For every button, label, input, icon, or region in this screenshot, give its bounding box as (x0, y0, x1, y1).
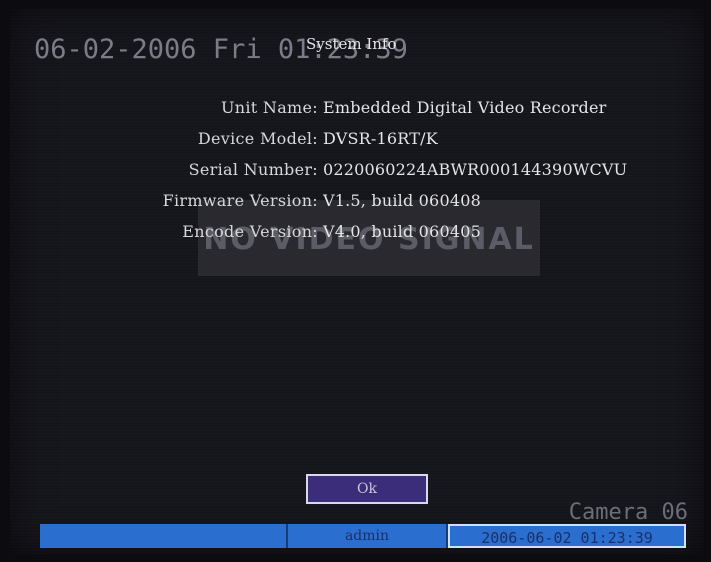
camera-label: Camera 06 (568, 500, 688, 525)
info-value: DVSR-16RT/K (323, 129, 438, 148)
info-value: 0220060224ABWR000144390WCVU (323, 160, 628, 179)
info-value: V4.0, build 060405 (323, 222, 481, 241)
status-bar: admin 2006-06-02 01:23:39 (40, 524, 686, 548)
ok-button[interactable]: Ok (306, 474, 428, 504)
info-label: Firmware Version: (162, 191, 318, 210)
info-value: Embedded Digital Video Recorder (323, 98, 607, 117)
info-value: V1.5, build 060408 (323, 191, 481, 210)
dvr-screen: NO VIDEO SIGNAL 06-02-2006 Fri 01:23:39 … (10, 8, 704, 554)
video-noise (10, 8, 704, 554)
info-row-encode-version: Encode Version: V4.0, build 060405 (10, 222, 704, 253)
dialog-title: System Info (306, 35, 397, 53)
status-datetime: 2006-06-02 01:23:39 (448, 524, 686, 548)
info-label: Encode Version: (182, 222, 318, 241)
system-info-table: Unit Name: Embedded Digital Video Record… (10, 98, 704, 253)
info-label: Device Model: (197, 129, 318, 148)
status-user: admin (288, 524, 448, 548)
info-label: Serial Number: (188, 160, 318, 179)
info-row-firmware-version: Firmware Version: V1.5, build 060408 (10, 191, 704, 222)
info-row-device-model: Device Model: DVSR-16RT/K (10, 129, 704, 160)
info-row-unit-name: Unit Name: Embedded Digital Video Record… (10, 98, 704, 129)
info-row-serial-number: Serial Number: 0220060224ABWR000144390WC… (10, 160, 704, 191)
info-label: Unit Name: (221, 98, 318, 117)
status-segment-blank (40, 524, 288, 548)
